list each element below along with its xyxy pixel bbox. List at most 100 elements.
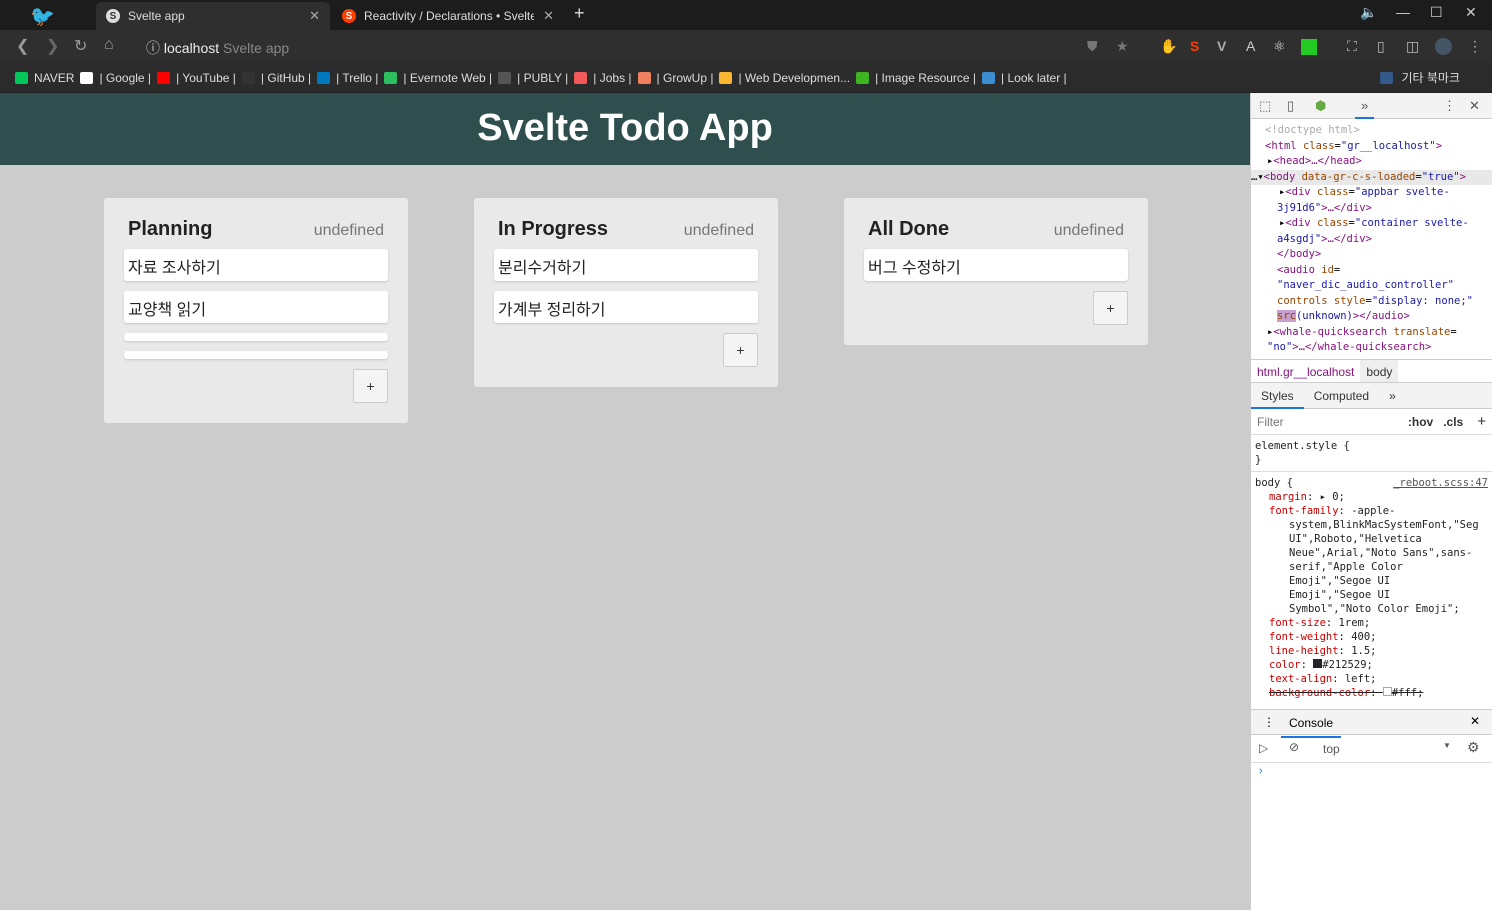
column-count: undefined bbox=[683, 222, 754, 239]
bookmark-item[interactable]: | YouTube | bbox=[157, 71, 236, 85]
bookmark-item[interactable]: | Trello | bbox=[317, 71, 378, 85]
capture-icon[interactable]: ⛶ bbox=[1347, 38, 1357, 55]
todo-card[interactable]: 분리수거하기 bbox=[494, 249, 758, 281]
device-toolbar-icon[interactable]: ▯ bbox=[1287, 98, 1294, 114]
tab-console[interactable]: Console bbox=[1281, 710, 1342, 738]
bookmark-label: | YouTube | bbox=[176, 70, 236, 85]
bookmark-icon bbox=[384, 71, 398, 84]
add-card-button[interactable]: + bbox=[723, 333, 758, 367]
bookmark-label: | Trello | bbox=[336, 70, 379, 85]
close-window-button[interactable]: ✕ bbox=[1465, 4, 1477, 21]
bookmark-item[interactable]: | GitHub | bbox=[241, 71, 311, 85]
context-select[interactable]: top bbox=[1323, 742, 1340, 756]
close-tab-icon[interactable]: ✕ bbox=[543, 8, 554, 24]
url-host: localhost bbox=[163, 40, 220, 56]
font-icon[interactable]: A bbox=[1246, 38, 1255, 54]
todo-card[interactable] bbox=[124, 333, 388, 341]
split-view-icon[interactable]: ◫ bbox=[1406, 38, 1419, 55]
column-title: Planning bbox=[128, 218, 213, 240]
devtools-menu-icon[interactable]: ⋮ bbox=[1443, 98, 1456, 114]
add-rule-icon[interactable]: + bbox=[1477, 413, 1486, 430]
bookmark-icon bbox=[982, 71, 996, 84]
devtools-panel: ⬚ ▯ ⬢ » ⋮ ✕ <!doctype html> <html class=… bbox=[1250, 93, 1492, 910]
add-card-button[interactable]: + bbox=[353, 369, 388, 403]
close-drawer-icon[interactable]: ✕ bbox=[1470, 714, 1480, 728]
tab-styles[interactable]: Styles bbox=[1251, 383, 1304, 409]
body-style-rule[interactable]: body {_reboot.scss:47 margin: ▸ 0; font-… bbox=[1251, 472, 1492, 704]
settings-icon[interactable]: ⚙ bbox=[1467, 739, 1480, 756]
add-card-button[interactable]: + bbox=[1093, 291, 1128, 325]
node-icon[interactable]: ⬢ bbox=[1315, 98, 1326, 114]
console-prompt[interactable]: › bbox=[1251, 763, 1492, 779]
bookmark-item[interactable]: NAVER bbox=[15, 71, 74, 85]
filter-input[interactable]: Filter bbox=[1257, 415, 1408, 429]
reload-icon[interactable]: ↻ bbox=[74, 36, 87, 56]
bookmarks-bar: NAVER | Google | | YouTube | | GitHub | | Tr… bbox=[0, 63, 1492, 93]
bookmark-item[interactable]: | Look later | bbox=[982, 71, 1067, 85]
star-icon[interactable]: ★ bbox=[1116, 38, 1129, 55]
menu-icon[interactable]: ⋮ bbox=[1468, 38, 1482, 55]
bookmark-item[interactable]: | Evernote Web | bbox=[384, 71, 492, 85]
element-style-rule[interactable]: element.style {} bbox=[1251, 435, 1492, 472]
source-link[interactable]: _reboot.scss:47 bbox=[1393, 476, 1488, 490]
vue-icon[interactable]: V bbox=[1217, 38, 1226, 54]
audio-icon[interactable]: 🔈 bbox=[1360, 4, 1377, 21]
bookmark-item[interactable]: | Google | bbox=[80, 71, 151, 85]
close-tab-icon[interactable]: ✕ bbox=[309, 8, 320, 24]
crumb-html[interactable]: html.gr__localhost bbox=[1251, 360, 1360, 382]
address-bar-row: ❮ ❯ ↻ ⌂ ⓘ localhost Svelte app ⛊ ★ ✋ S V… bbox=[0, 30, 1492, 63]
todo-card[interactable]: 자료 조사하기 bbox=[124, 249, 388, 281]
shield-icon[interactable]: ⛊ bbox=[1087, 38, 1098, 55]
bookmark-icon bbox=[317, 71, 331, 84]
maximize-button[interactable]: ☐ bbox=[1430, 4, 1443, 21]
app-title: Svelte Todo App bbox=[0, 93, 1250, 165]
elements-tree[interactable]: <!doctype html> <html class="gr__localho… bbox=[1251, 119, 1492, 359]
svelte-devtools-icon[interactable]: S bbox=[1190, 38, 1199, 54]
extension-icon[interactable] bbox=[1301, 39, 1317, 55]
home-icon[interactable]: ⌂ bbox=[104, 36, 114, 54]
cls-button[interactable]: .cls bbox=[1443, 415, 1463, 429]
dropdown-icon[interactable]: ▼ bbox=[1443, 741, 1451, 750]
other-bookmarks[interactable]: 기타 북마크 bbox=[1380, 69, 1460, 86]
tab-reactivity[interactable]: S Reactivity / Declarations • Svelte ✕ bbox=[332, 2, 564, 30]
bookmark-item[interactable]: | GrowUp | bbox=[637, 71, 713, 85]
styles-tabs: Styles Computed » bbox=[1251, 383, 1492, 409]
close-devtools-icon[interactable]: ✕ bbox=[1469, 98, 1480, 114]
clear-console-icon[interactable]: ⊘ bbox=[1289, 740, 1299, 754]
tab-bar: 🐦 S Svelte app ✕ S Reactivity / Declarat… bbox=[0, 0, 1492, 30]
tab-svelte-app[interactable]: S Svelte app ✕ bbox=[96, 2, 330, 30]
avatar[interactable] bbox=[1435, 38, 1452, 55]
column-planning: Planning undefined 자료 조사하기 교양책 읽기 + bbox=[104, 198, 408, 423]
todo-card[interactable] bbox=[124, 351, 388, 359]
bookmark-item[interactable]: | PUBLY | bbox=[498, 71, 568, 85]
bookmark-item[interactable]: | Web Developmen... bbox=[719, 71, 850, 85]
todo-card[interactable]: 가계부 정리하기 bbox=[494, 291, 758, 323]
page-viewport: Svelte Todo App Planning undefined 자료 조사하기… bbox=[0, 93, 1250, 910]
tab-computed[interactable]: Computed bbox=[1304, 383, 1379, 409]
crumb-body[interactable]: body bbox=[1360, 360, 1399, 382]
svelte-icon: S bbox=[342, 9, 356, 23]
minimize-button[interactable]: — bbox=[1396, 4, 1410, 20]
more-tabs-icon[interactable]: » bbox=[1355, 98, 1375, 119]
bookmark-item[interactable]: | Image Resource | bbox=[856, 71, 976, 85]
filter-row: Filter :hov .cls + bbox=[1251, 409, 1492, 435]
drawer-menu-icon[interactable]: ⋮ bbox=[1263, 715, 1275, 729]
forward-icon[interactable]: ❯ bbox=[46, 36, 59, 56]
todo-card[interactable]: 버그 수정하기 bbox=[864, 249, 1128, 281]
bookmark-icon bbox=[498, 71, 512, 84]
bookmark-label: | PUBLY | bbox=[517, 70, 569, 85]
inspect-icon[interactable]: ⬚ bbox=[1259, 98, 1271, 114]
sidebar-icon[interactable]: ▯ bbox=[1377, 38, 1385, 55]
back-icon[interactable]: ❮ bbox=[16, 36, 29, 56]
new-tab-button[interactable]: + bbox=[574, 3, 585, 24]
console-drawer: ⋮ Console ✕ ▷ ⊘ top ▼ ⚙ › bbox=[1251, 709, 1492, 779]
hov-button[interactable]: :hov bbox=[1408, 415, 1433, 429]
bookmark-item[interactable]: | Jobs | bbox=[574, 71, 632, 85]
url-field[interactable]: ⓘ localhost Svelte app bbox=[146, 38, 289, 58]
todo-card[interactable]: 교양책 읽기 bbox=[124, 291, 388, 323]
adblock-icon[interactable]: ✋ bbox=[1160, 38, 1177, 55]
more-tabs-icon[interactable]: » bbox=[1379, 383, 1406, 409]
react-icon[interactable]: ⚛ bbox=[1273, 38, 1286, 55]
sidebar-toggle-icon[interactable]: ▷ bbox=[1259, 741, 1268, 755]
bookmark-icon bbox=[241, 71, 255, 84]
